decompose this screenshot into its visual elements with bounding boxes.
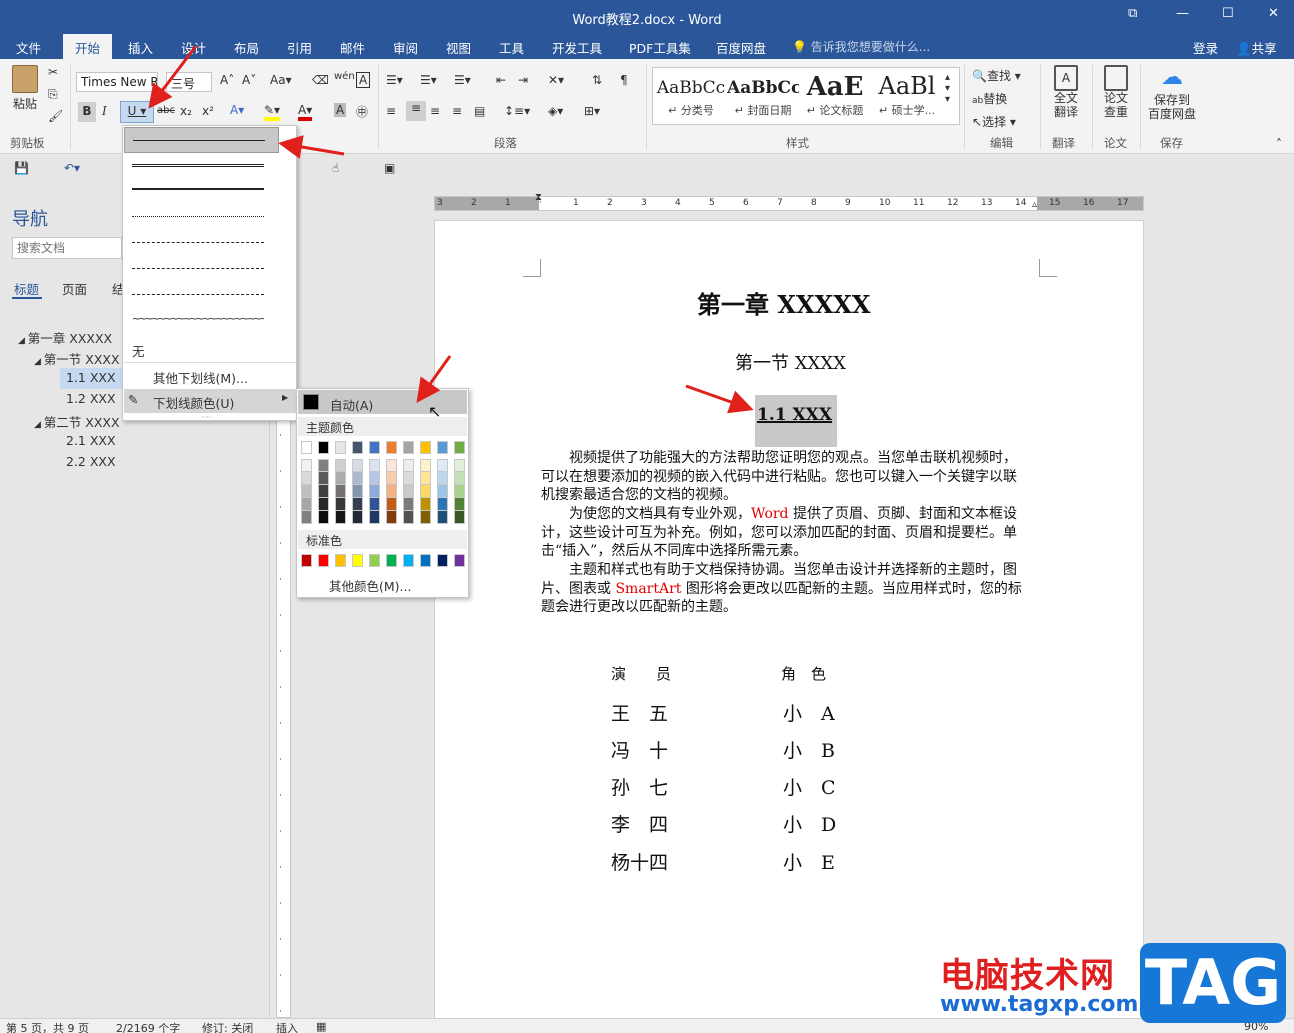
arrow-to-single-underline bbox=[278, 135, 345, 159]
status-bar: 第 5 页，共 9 页 2/2169 个字 修订: 关闭 插入 ▦ 90% bbox=[0, 1018, 1294, 1033]
watermark-logo: TAG bbox=[1140, 943, 1286, 1023]
track-changes-status[interactable]: 修订: 关闭 bbox=[202, 1020, 253, 1033]
arrow-to-heading bbox=[685, 384, 754, 414]
arrow-to-underline-button bbox=[148, 45, 198, 109]
watermark-url: www.tagxp.com bbox=[940, 992, 1139, 1017]
annotation-arrows bbox=[148, 45, 754, 414]
word-count[interactable]: 2/2169 个字 bbox=[116, 1020, 180, 1033]
arrow-to-auto-color bbox=[416, 355, 452, 403]
watermark-text: 电脑技术网 bbox=[940, 956, 1115, 996]
insert-mode[interactable]: 插入 bbox=[276, 1020, 298, 1033]
page-count[interactable]: 第 5 页，共 9 页 bbox=[6, 1020, 89, 1033]
macro-icon[interactable]: ▦ bbox=[316, 1020, 326, 1033]
